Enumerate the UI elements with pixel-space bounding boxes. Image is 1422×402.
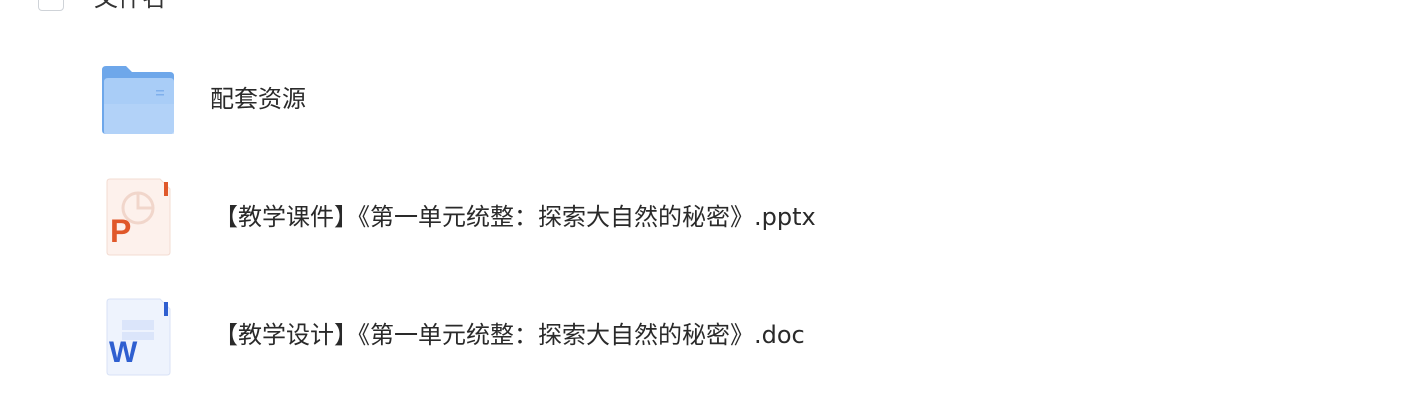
file-row-doc[interactable]: W 【教学设计】《第一单元统整：探索大自然的秘密》.doc — [0, 298, 1422, 398]
filename-column-header[interactable]: 文件名 — [94, 0, 166, 10]
file-name[interactable]: 【教学课件】《第一单元统整：探索大自然的秘密》.pptx — [214, 202, 816, 232]
file-browser: 文件名 配套资源 P 【教学课件】《第一单元统整：探索大自然的秘密》.pp — [0, 0, 1422, 402]
ppt-letter: P — [110, 213, 131, 249]
file-row-folder[interactable]: 配套资源 — [0, 60, 1422, 160]
file-name[interactable]: 配套资源 — [210, 84, 306, 114]
word-letter: W — [109, 336, 138, 369]
file-row-pptx[interactable]: P 【教学课件】《第一单元统整：探索大自然的秘密》.pptx — [0, 178, 1422, 278]
folder-icon — [102, 66, 174, 134]
list-header: 文件名 — [38, 0, 166, 11]
word-file-icon: W — [106, 298, 171, 376]
file-name[interactable]: 【教学设计】《第一单元统整：探索大自然的秘密》.doc — [214, 320, 805, 350]
powerpoint-file-icon: P — [106, 178, 171, 256]
select-all-checkbox[interactable] — [38, 0, 64, 11]
